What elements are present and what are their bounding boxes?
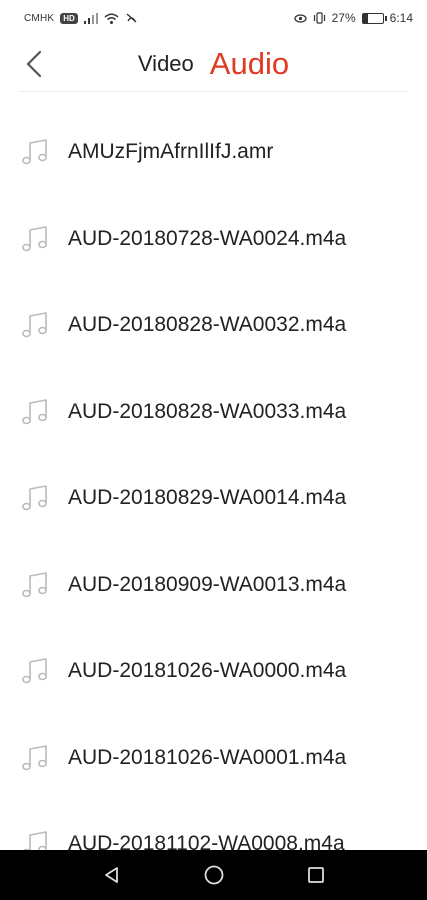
recents-square-icon <box>307 867 324 883</box>
hd-badge: HD <box>60 12 78 24</box>
file-name: AUD-20180909-WA0013.m4a <box>68 572 347 596</box>
battery-fill <box>362 13 369 23</box>
file-name: AUD-20181026-WA0001.m4a <box>68 745 347 769</box>
status-left: CMHK HD <box>24 12 138 24</box>
file-name: AUD-20181026-WA0000.m4a <box>68 659 347 683</box>
header: Video Audio <box>0 36 427 92</box>
tab-audio[interactable]: Audio <box>210 46 289 82</box>
nav-back-button[interactable] <box>97 860 127 890</box>
music-note-icon <box>18 569 50 601</box>
tab-bar: Video Audio <box>0 36 427 92</box>
tab-video[interactable]: Video <box>138 51 194 77</box>
list-item[interactable]: AUD-20180829-WA0014.m4a <box>0 455 427 542</box>
music-note-icon <box>18 136 50 168</box>
status-bar: CMHK HD 27% 6:14 <box>0 0 427 36</box>
eye-icon <box>293 13 307 23</box>
list-item[interactable]: AMUzFjmAfrnIlIfJ.amr <box>0 109 427 196</box>
status-right: 27% 6:14 <box>293 11 413 25</box>
list-item[interactable]: AUD-20180828-WA0032.m4a <box>0 282 427 369</box>
file-name: AMUzFjmAfrnIlIfJ.amr <box>68 140 274 164</box>
list-item[interactable]: AUD-20181026-WA0001.m4a <box>0 715 427 802</box>
battery-percent: 27% <box>331 11 356 25</box>
file-name: AUD-20180828-WA0033.m4a <box>68 399 347 423</box>
nav-home-button[interactable] <box>199 860 229 890</box>
music-note-icon <box>18 396 50 428</box>
music-note-icon <box>18 309 50 341</box>
file-name: AUD-20180728-WA0024.m4a <box>68 226 347 250</box>
carrier-label: CMHK <box>24 12 55 24</box>
file-name: AUD-20180829-WA0014.m4a <box>68 486 347 510</box>
music-note-icon <box>18 223 50 255</box>
music-note-icon <box>18 655 50 687</box>
home-circle-icon <box>204 865 223 885</box>
music-note-icon <box>18 482 50 514</box>
no-disturb-icon <box>126 13 137 23</box>
list-item[interactable]: AUD-20180728-WA0024.m4a <box>0 196 427 283</box>
battery-icon <box>361 12 387 24</box>
list-item[interactable]: AUD-20180909-WA0013.m4a <box>0 542 427 629</box>
clock: 6:14 <box>389 11 413 25</box>
vibrate-icon <box>313 12 325 24</box>
list-item[interactable]: AUD-20181026-WA0000.m4a <box>0 628 427 715</box>
wifi-icon <box>104 13 119 24</box>
chevron-left-icon <box>26 50 42 78</box>
system-nav-bar <box>0 850 427 900</box>
nav-recents-button[interactable] <box>301 860 331 890</box>
signal-icon <box>83 12 98 24</box>
audio-file-list: AMUzFjmAfrnIlIfJ.amr AUD-20180728-WA0024.… <box>0 109 427 888</box>
back-triangle-icon <box>104 867 118 883</box>
back-button[interactable] <box>14 44 54 84</box>
list-item[interactable]: AUD-20180828-WA0033.m4a <box>0 369 427 456</box>
file-name: AUD-20180828-WA0032.m4a <box>68 313 347 337</box>
music-note-icon <box>18 742 50 774</box>
header-divider <box>18 91 409 92</box>
